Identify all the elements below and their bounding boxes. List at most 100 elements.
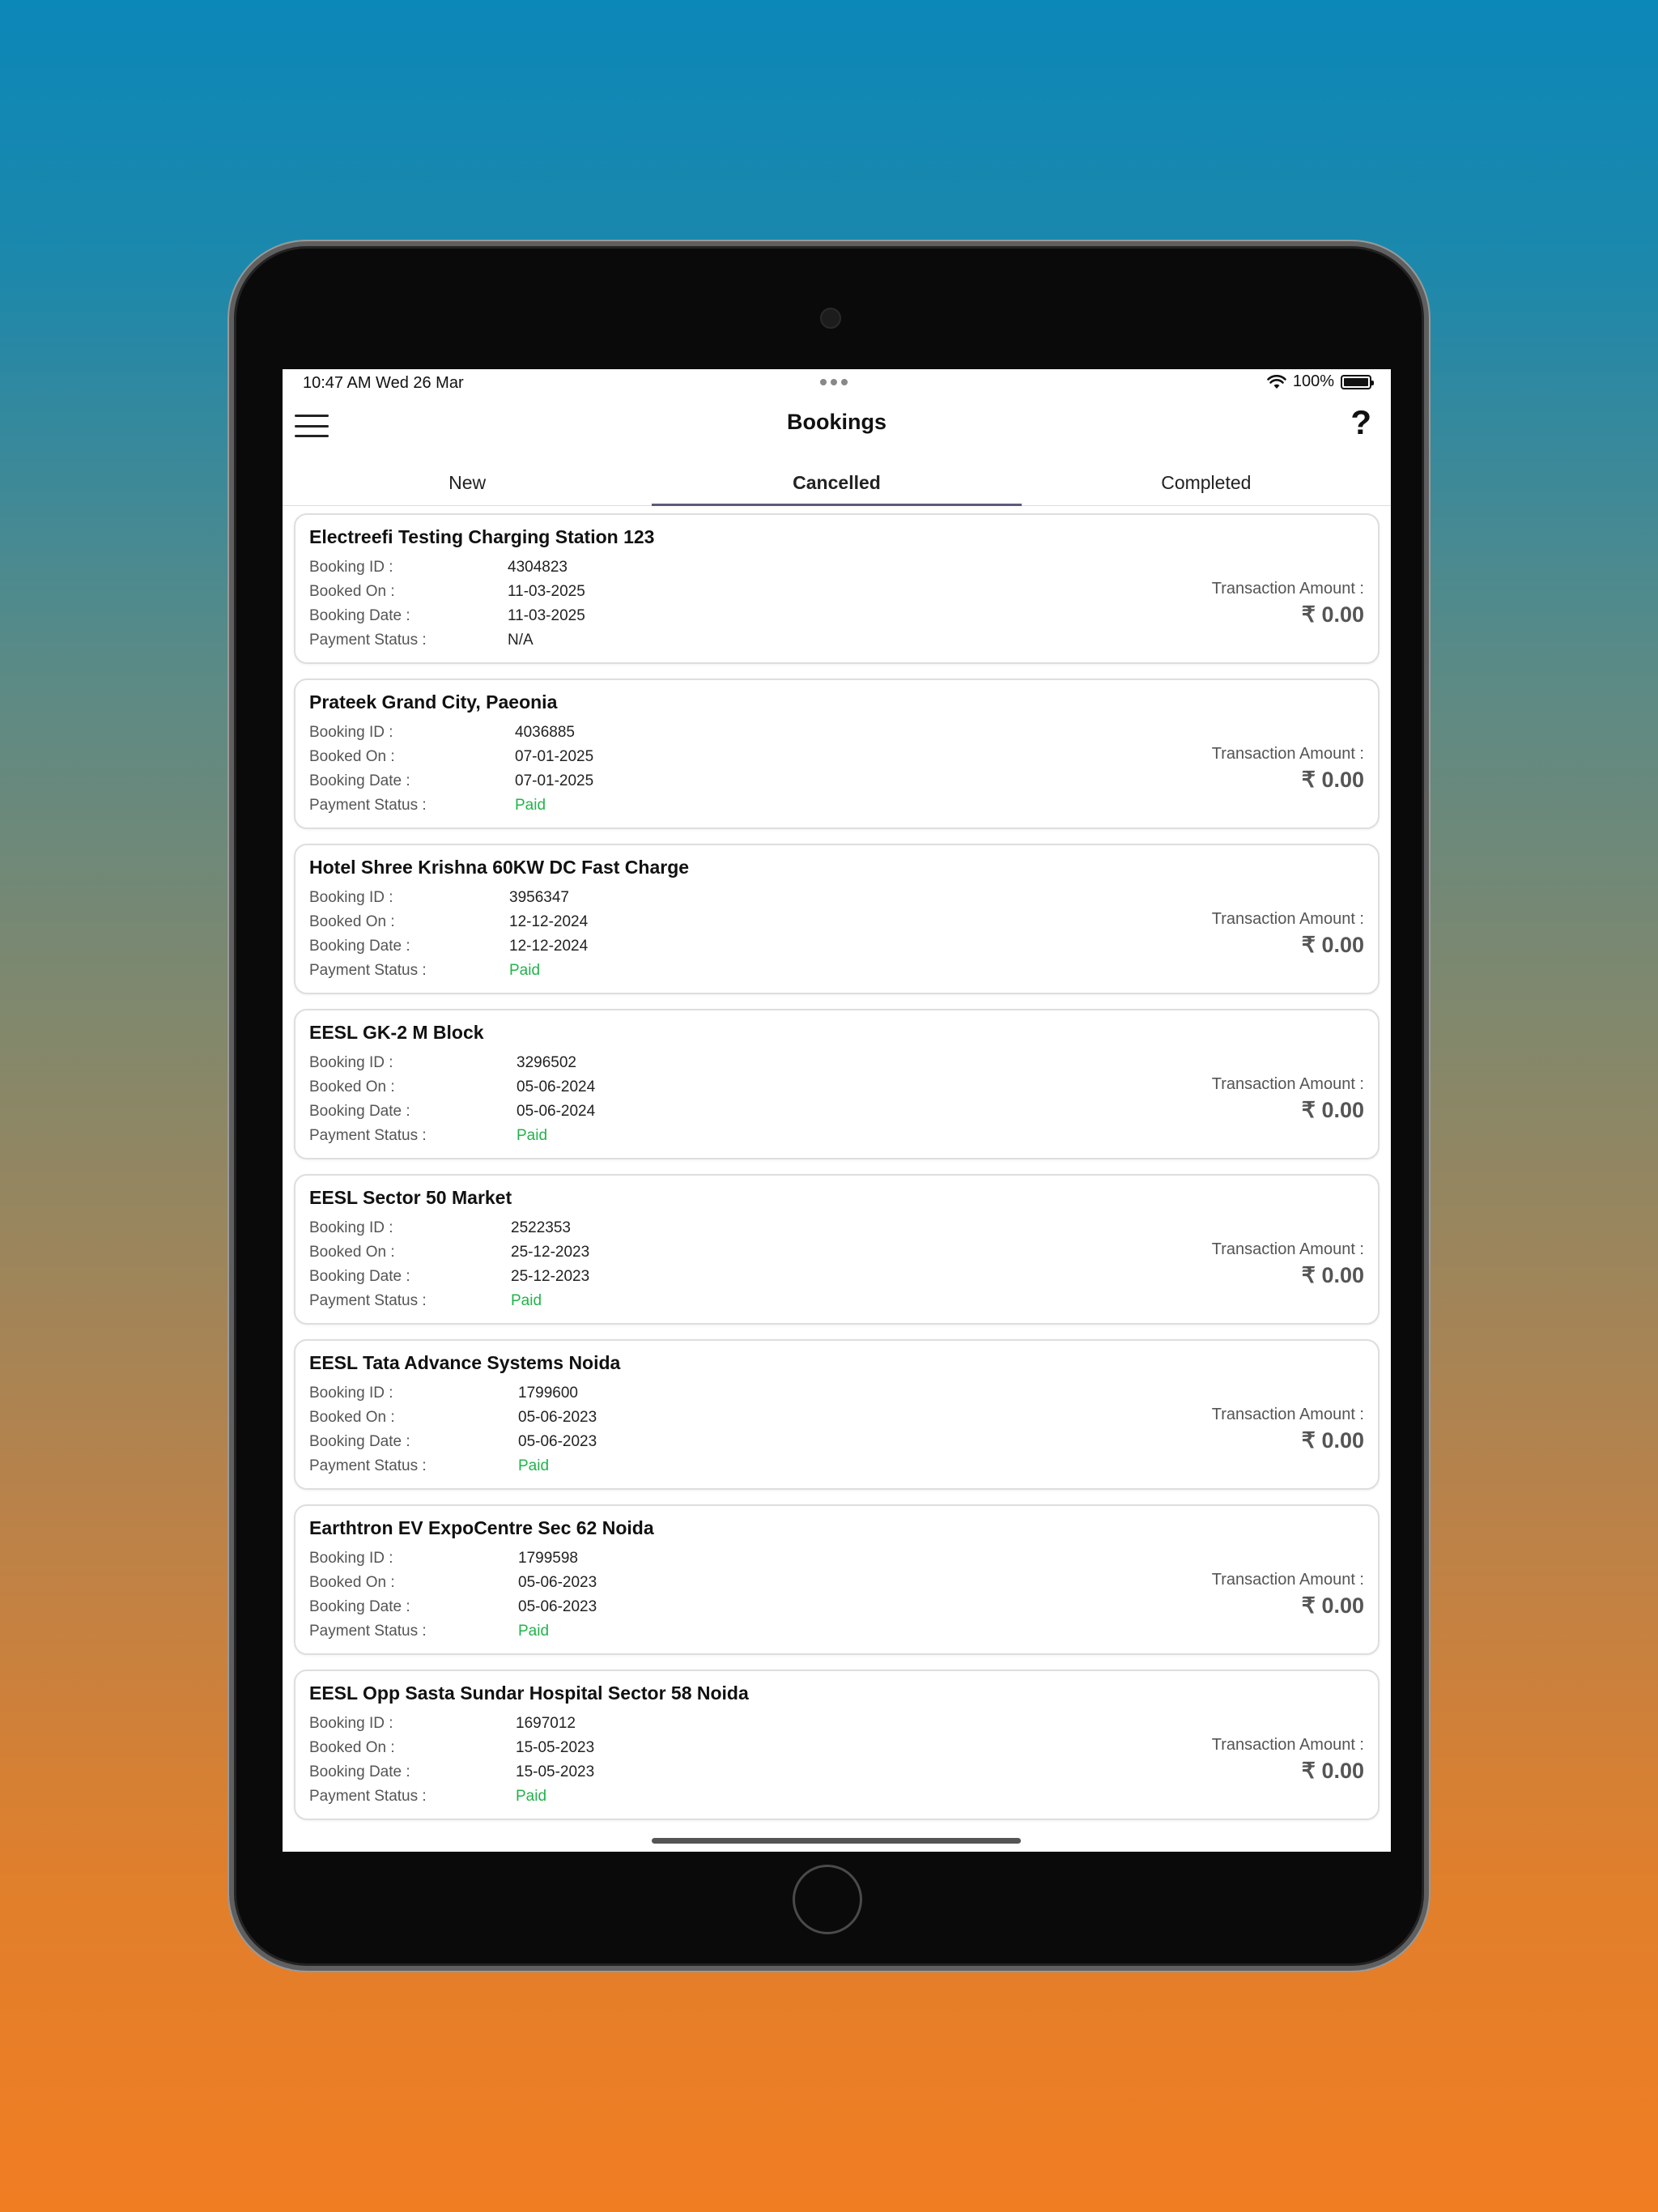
booked-on-row: Booked On : 15-05-2023 [309,1739,594,1757]
booking-card[interactable]: Electreefi Testing Charging Station 123 … [294,513,1380,664]
booked-on-value: 25-12-2023 [511,1244,590,1261]
booking-id-label: Booking ID : [309,889,393,906]
transaction-amount-label: Transaction Amount : [1211,1406,1364,1423]
booking-card[interactable]: EESL Tata Advance Systems Noida Booking … [294,1339,1380,1490]
booking-id-label: Booking ID : [309,1715,393,1732]
booking-date-row: Booking Date : 05-06-2023 [309,1598,597,1616]
booked-on-label: Booked On : [309,583,395,600]
payment-status-label: Payment Status : [309,962,427,979]
station-name: Electreefi Testing Charging Station 123 [309,526,655,547]
booking-date-label: Booking Date : [309,938,410,955]
booking-date-row: Booking Date : 12-12-2024 [309,938,588,955]
payment-status-row: Payment Status : Paid [309,1457,549,1475]
booking-id-value: 3296502 [517,1054,576,1071]
payment-status-value: N/A [508,632,534,649]
payment-status-row: Payment Status : Paid [309,1127,547,1145]
booked-on-label: Booked On : [309,1409,395,1426]
transaction-amount-label: Transaction Amount : [1211,580,1364,598]
booked-on-label: Booked On : [309,1574,395,1591]
booked-on-label: Booked On : [309,1739,395,1756]
station-name: Prateek Grand City, Paeonia [309,691,558,713]
booking-date-value: 05-06-2023 [518,1598,597,1615]
battery-icon [1341,374,1374,389]
station-name: EESL GK-2 M Block [309,1022,484,1043]
booked-on-row: Booked On : 05-06-2023 [309,1409,597,1427]
booking-date-value: 11-03-2025 [508,607,585,624]
payment-status-value: Paid [509,962,541,979]
booking-date-value: 15-05-2023 [516,1763,595,1780]
booking-card[interactable]: Prateek Grand City, Paeonia Booking ID :… [294,678,1380,829]
booking-id-row: Booking ID : 1799598 [309,1550,578,1568]
home-indicator[interactable] [652,1838,1021,1844]
tab-completed[interactable]: Completed [1022,460,1391,505]
transaction-amount-label: Transaction Amount : [1211,1240,1364,1258]
transaction-amount-value: ₹ 0.00 [1301,602,1364,627]
booked-on-value: 07-01-2025 [515,748,594,765]
booking-card[interactable]: Hotel Shree Krishna 60KW DC Fast Charge … [294,844,1380,994]
booking-id-label: Booking ID : [309,559,393,576]
navigation-bar: Bookings ? [283,402,1391,460]
station-name: EESL Tata Advance Systems Noida [309,1352,621,1373]
booking-id-label: Booking ID : [309,1219,393,1236]
booking-id-row: Booking ID : 1697012 [309,1715,576,1733]
status-right: 100% [1267,372,1374,391]
booking-id-row: Booking ID : 2522353 [309,1219,571,1237]
station-name: EESL Opp Sasta Sundar Hospital Sector 58… [309,1682,749,1704]
question-mark-icon[interactable]: ? [1350,403,1371,442]
booking-date-label: Booking Date : [309,1103,410,1120]
payment-status-label: Payment Status : [309,1623,427,1640]
payment-status-value: Paid [516,1788,547,1805]
transaction-amount-value: ₹ 0.00 [1301,1593,1364,1618]
transaction-amount-value: ₹ 0.00 [1301,1263,1364,1287]
transaction-amount-label: Transaction Amount : [1211,1736,1364,1754]
booking-id-row: Booking ID : 1799600 [309,1385,578,1402]
booking-card[interactable]: EESL Sector 50 Market Booking ID : 25223… [294,1174,1380,1325]
booking-id-label: Booking ID : [309,1054,393,1071]
payment-status-row: Payment Status : Paid [309,1292,542,1310]
booking-card[interactable]: Earthtron EV ExpoCentre Sec 62 Noida Boo… [294,1504,1380,1655]
booking-card[interactable]: EESL GK-2 M Block Booking ID : 3296502 B… [294,1009,1380,1159]
booked-on-row: Booked On : 12-12-2024 [309,913,588,931]
tab-cancelled[interactable]: Cancelled [652,460,1022,506]
tab-new[interactable]: New [283,460,652,505]
booking-date-row: Booking Date : 05-06-2023 [309,1433,597,1451]
booking-date-label: Booking Date : [309,1598,410,1615]
app-screen: 10:47 AM Wed 26 Mar 100% Bookings ? New … [283,369,1391,1852]
booking-id-row: Booking ID : 3956347 [309,889,569,907]
payment-status-value: Paid [511,1292,542,1309]
booking-date-value: 12-12-2024 [509,938,589,955]
booking-id-label: Booking ID : [309,1550,393,1567]
multitasking-dots-icon[interactable] [820,379,848,385]
payment-status-row: Payment Status : N/A [309,632,534,649]
page-title: Bookings [786,410,886,434]
wifi-icon [1267,374,1286,389]
booking-date-row: Booking Date : 25-12-2023 [309,1268,589,1286]
payment-status-value: Paid [518,1457,550,1474]
payment-status-value: Paid [515,797,546,814]
booking-card[interactable]: EESL Opp Sasta Sundar Hospital Sector 58… [294,1670,1380,1820]
payment-status-label: Payment Status : [309,1127,427,1144]
payment-status-label: Payment Status : [309,1788,427,1805]
booking-date-row: Booking Date : 07-01-2025 [309,772,593,790]
booked-on-value: 05-06-2023 [518,1409,597,1426]
booking-date-label: Booking Date : [309,1268,410,1285]
payment-status-label: Payment Status : [309,797,427,814]
payment-status-label: Payment Status : [309,1292,427,1309]
booking-id-label: Booking ID : [309,1385,393,1402]
booking-date-row: Booking Date : 15-05-2023 [309,1763,594,1781]
payment-status-row: Payment Status : Paid [309,1788,546,1806]
booked-on-value: 05-06-2023 [518,1574,597,1591]
payment-status-label: Payment Status : [309,632,427,649]
payment-status-row: Payment Status : Paid [309,1623,549,1640]
payment-status-value: Paid [518,1623,550,1640]
booking-date-row: Booking Date : 05-06-2024 [309,1103,595,1121]
booking-id-row: Booking ID : 3296502 [309,1054,576,1072]
home-button[interactable] [793,1865,862,1934]
booked-on-row: Booked On : 11-03-2025 [309,583,585,601]
booking-date-value: 07-01-2025 [515,772,594,789]
booked-on-value: 05-06-2024 [517,1078,596,1095]
station-name: Hotel Shree Krishna 60KW DC Fast Charge [309,857,690,878]
status-bar: 10:47 AM Wed 26 Mar 100% [283,369,1391,397]
booked-on-row: Booked On : 25-12-2023 [309,1244,589,1261]
payment-status-row: Payment Status : Paid [309,962,540,980]
